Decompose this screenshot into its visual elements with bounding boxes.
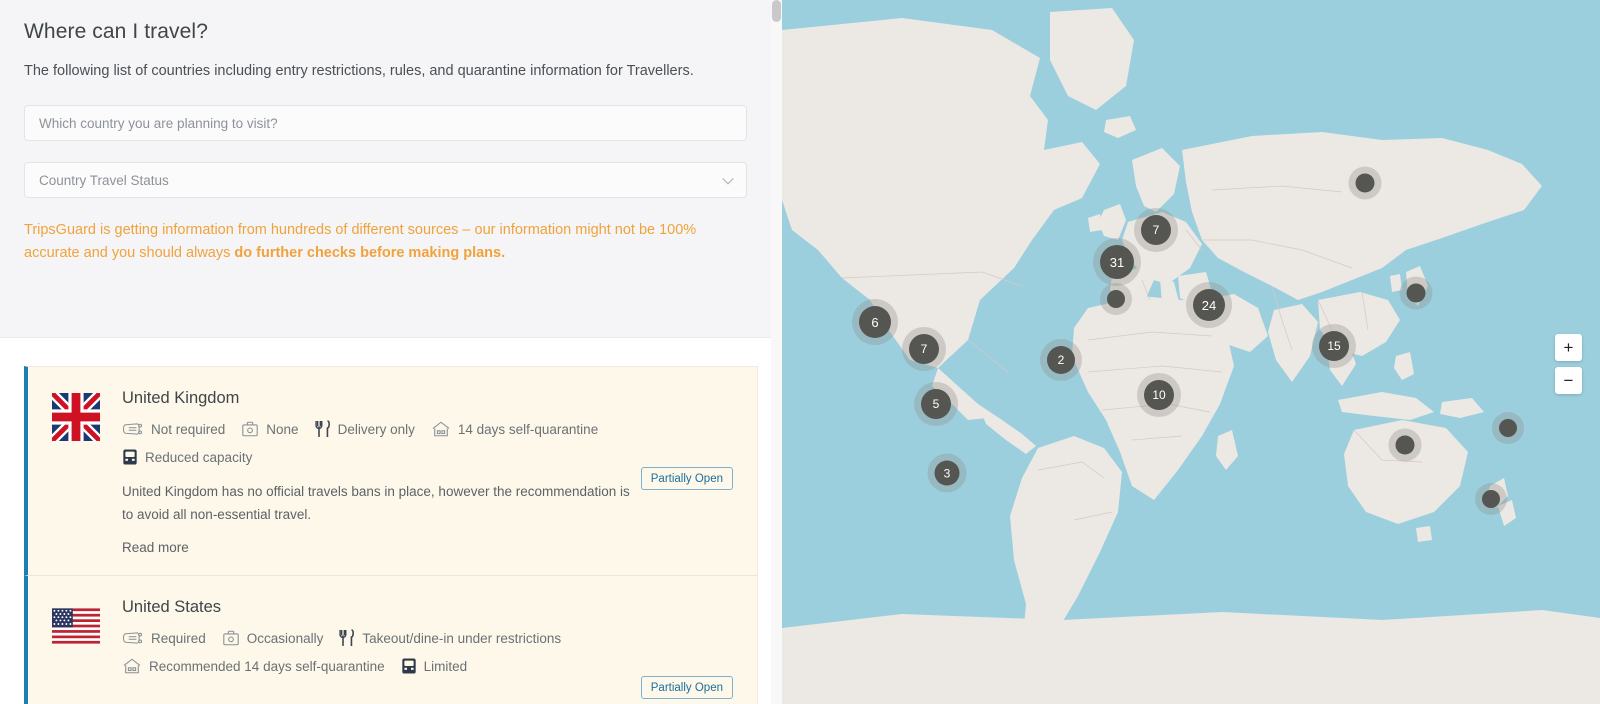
attribute-label: Delivery only xyxy=(337,421,415,437)
attribute-label: Limited xyxy=(423,658,468,674)
map-cluster-marker[interactable]: 15 xyxy=(1312,324,1356,368)
fork-knife-icon xyxy=(314,420,331,438)
attribute-label: Occasionally xyxy=(246,630,324,646)
map-cluster-marker[interactable]: 31 xyxy=(1093,238,1141,286)
map-marker-label xyxy=(1395,435,1415,455)
left-panel: Where can I travel? The following list o… xyxy=(0,0,782,704)
map-marker-label xyxy=(1107,290,1125,308)
map-marker-label xyxy=(1406,283,1426,303)
map-cluster-marker[interactable]: 6 xyxy=(852,299,898,345)
read-more-link[interactable]: Read more xyxy=(122,540,733,555)
map-marker-label xyxy=(1355,173,1375,193)
attribute-medical: None xyxy=(241,420,299,438)
map-marker-label: 31 xyxy=(1100,245,1134,279)
panel-scrollbar[interactable] xyxy=(771,0,782,704)
map-marker-label: 5 xyxy=(921,389,951,419)
chevron-down-icon xyxy=(722,173,734,185)
app-root: Where can I travel? The following list o… xyxy=(0,0,1600,704)
medical-kit-icon xyxy=(222,629,240,647)
country-description: United Kingdom has no official travels b… xyxy=(122,484,630,523)
house-quarantine-icon xyxy=(431,420,451,438)
country-name: United States xyxy=(122,598,222,617)
map-cluster-marker[interactable]: 24 xyxy=(1186,282,1232,328)
map-zoom-controls[interactable]: + − xyxy=(1555,334,1582,394)
map-cluster-marker[interactable]: 5 xyxy=(914,382,958,426)
map-marker-label xyxy=(1499,419,1517,437)
uk-flag xyxy=(52,393,100,441)
attribute-label: Not required xyxy=(151,421,226,437)
status-badge[interactable]: Partially Open xyxy=(640,467,733,490)
face-mask-icon xyxy=(122,421,144,437)
country-search-field[interactable] xyxy=(24,105,747,142)
attribute-dining: Delivery only xyxy=(314,420,415,438)
attribute-medical: Occasionally xyxy=(222,629,324,647)
map-cluster-marker[interactable]: 7 xyxy=(902,327,946,371)
search-header: Where can I travel? The following list o… xyxy=(0,0,782,338)
us-flag xyxy=(52,602,100,650)
country-list: United Kingdom Not required None Deliver… xyxy=(0,338,782,704)
attribute-label: Required xyxy=(151,630,206,646)
attribute-quarantine: Recommended 14 days self-quarantine xyxy=(122,657,385,675)
panel-scrollbar-thumb[interactable] xyxy=(772,0,781,22)
country-search-input[interactable] xyxy=(39,115,732,131)
status-badge[interactable]: Partially Open xyxy=(640,676,733,700)
attribute-quarantine: 14 days self-quarantine xyxy=(431,420,598,438)
house-quarantine-icon xyxy=(122,657,142,675)
world-map-panel[interactable]: 6 7 5 3 2 31 7 24 10 15 + − xyxy=(782,0,1600,704)
map-cluster-marker[interactable]: 3 xyxy=(927,453,967,493)
attribute-label: None xyxy=(266,421,299,437)
attribute-label: Recommended 14 days self-quarantine xyxy=(149,658,385,674)
attribute-label: Takeout/dine-in under restrictions xyxy=(362,630,562,646)
bus-icon xyxy=(401,657,417,675)
map-cluster-marker[interactable]: 2 xyxy=(1040,339,1082,381)
page-title: Where can I travel? xyxy=(24,20,208,43)
zoom-in-button[interactable]: + xyxy=(1555,334,1582,361)
country-card-united-kingdom[interactable]: United Kingdom Not required None Deliver… xyxy=(24,366,758,577)
attribute-label: Reduced capacity xyxy=(145,449,253,465)
page-subtitle: The following list of countries includin… xyxy=(24,63,694,79)
country-card-body: United States Required Occasionally Take… xyxy=(122,598,733,700)
map-marker-label: 6 xyxy=(859,306,891,338)
map-point-marker[interactable] xyxy=(1388,428,1422,462)
face-mask-icon xyxy=(122,630,144,646)
attribute-transport: Reduced capacity xyxy=(122,448,252,466)
map-marker-label: 24 xyxy=(1193,289,1225,321)
map-cluster-marker[interactable]: 10 xyxy=(1137,373,1181,417)
attribute-mask: Required xyxy=(122,630,206,646)
country-name: United Kingdom xyxy=(122,389,240,407)
attribute-transport: Limited xyxy=(401,657,468,675)
map-point-marker[interactable] xyxy=(1475,483,1507,515)
map-marker-label: 2 xyxy=(1047,346,1075,374)
map-point-marker[interactable] xyxy=(1348,166,1382,200)
map-point-marker[interactable] xyxy=(1399,276,1433,310)
zoom-out-button[interactable]: − xyxy=(1555,367,1582,394)
bus-icon xyxy=(122,448,138,466)
map-marker-label: 7 xyxy=(909,334,939,364)
map-marker-label: 7 xyxy=(1141,215,1171,245)
map-cluster-marker[interactable]: 7 xyxy=(1134,208,1178,252)
country-attributes: Not required None Delivery only 14 days … xyxy=(122,420,642,466)
status-select-label: Country Travel Status xyxy=(39,172,169,188)
map-marker-label: 15 xyxy=(1319,331,1349,361)
attribute-label: 14 days self-quarantine xyxy=(457,421,599,437)
fork-knife-icon xyxy=(339,629,355,647)
country-travel-status-select[interactable]: Country Travel Status xyxy=(24,162,747,199)
map-marker-label: 3 xyxy=(934,460,960,486)
disclaimer-emphasis: do further checks before making plans. xyxy=(234,245,506,262)
map-marker-label xyxy=(1482,490,1500,508)
country-card-united-states[interactable]: United States Required Occasionally Take… xyxy=(24,576,758,704)
medical-kit-icon xyxy=(241,420,259,438)
attribute-dining: Takeout/dine-in under restrictions xyxy=(339,629,561,647)
map-point-marker[interactable] xyxy=(1100,283,1132,315)
country-card-body: United Kingdom Not required None Deliver… xyxy=(122,389,733,555)
country-attributes: Required Occasionally Takeout/dine-in un… xyxy=(122,629,642,675)
attribute-mask: Not required xyxy=(122,421,225,437)
disclaimer-text: TripsGuard is getting information from h… xyxy=(24,219,749,265)
map-point-marker[interactable] xyxy=(1492,412,1524,444)
map-marker-label: 10 xyxy=(1144,380,1174,410)
